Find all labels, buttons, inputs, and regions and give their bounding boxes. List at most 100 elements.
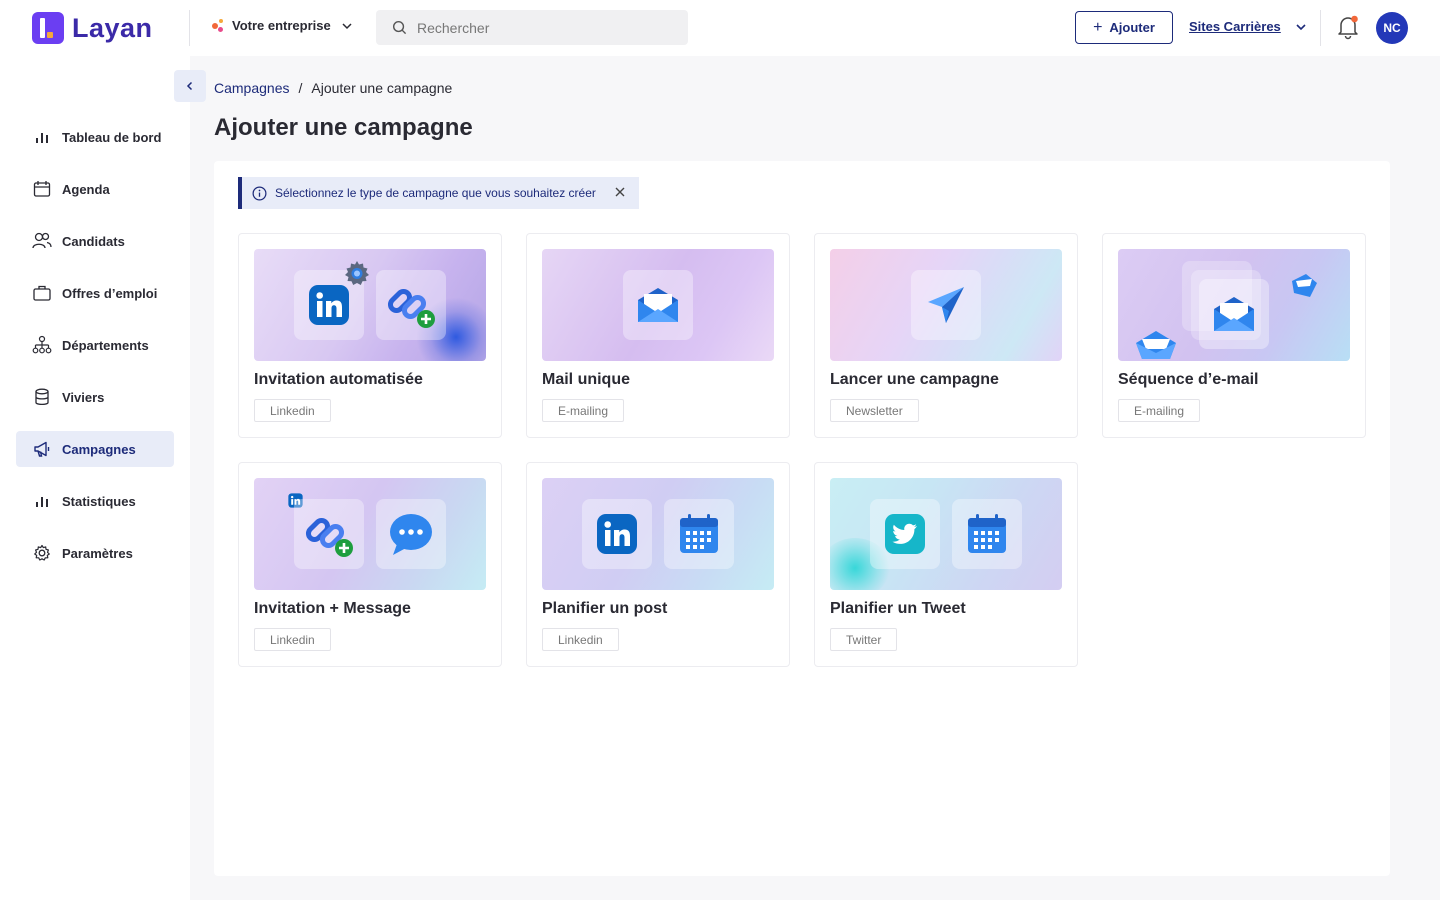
card-thumbnail	[254, 478, 486, 590]
sidebar-item-jobs[interactable]: Offres d’emploi	[16, 275, 174, 311]
tile	[376, 499, 446, 569]
sidebar-item-departments[interactable]: Départements	[16, 327, 174, 363]
sidebar-item-campaigns[interactable]: Campagnes	[16, 431, 174, 467]
gear-icon	[32, 543, 52, 563]
campaign-card-single-mail[interactable]: Mail unique E-mailing	[526, 233, 790, 438]
breadcrumb-separator: /	[298, 80, 303, 96]
sidebar-item-label: Campagnes	[62, 441, 136, 457]
bar-chart-icon	[32, 491, 52, 511]
card-title: Séquence d’e-mail	[1118, 371, 1259, 388]
campaign-card-invitation-message[interactable]: Invitation + Message Linkedin	[238, 462, 502, 667]
sidebar-item-label: Tableau de bord	[62, 129, 162, 145]
sidebar-item-label: Candidats	[62, 233, 125, 249]
avatar[interactable]: NC	[1376, 12, 1408, 44]
sidebar-item-agenda[interactable]: Agenda	[16, 171, 174, 207]
career-sites-menu[interactable]: Sites Carrières	[1189, 19, 1307, 34]
channel-tag: Newsletter	[830, 399, 919, 422]
channel-tag: E-mailing	[1118, 399, 1201, 422]
card-thumbnail	[254, 249, 486, 361]
calendar-icon	[32, 179, 52, 199]
add-button[interactable]: + Ajouter	[1075, 11, 1173, 44]
divider	[1320, 10, 1321, 46]
briefcase-icon	[32, 283, 52, 303]
sidebar-item-dashboard[interactable]: Tableau de bord	[16, 119, 174, 155]
sidebar-item-label: Départements	[62, 337, 149, 353]
channel-tag: Linkedin	[542, 628, 619, 651]
campaign-card-schedule-tweet[interactable]: Planifier un Tweet Twitter	[814, 462, 1078, 667]
logo-text: Layan	[72, 12, 153, 43]
company-selector[interactable]: Votre entreprise	[212, 18, 353, 33]
channel-tag: Linkedin	[254, 628, 331, 651]
alert-text: Sélectionnez le type de campagne que vou…	[275, 186, 596, 200]
paper-plane-icon	[928, 287, 964, 323]
search-icon	[392, 20, 407, 35]
breadcrumb: Campagnes / Ajouter une campagne	[214, 80, 452, 96]
chevron-down-icon	[342, 22, 352, 29]
sidebar-item-label: Statistiques	[62, 493, 136, 509]
card-title: Invitation automatisée	[254, 371, 423, 388]
gear-icon	[345, 261, 369, 285]
notifications-button[interactable]	[1336, 14, 1360, 40]
close-icon[interactable]	[613, 185, 627, 199]
card-title: Lancer une campagne	[830, 371, 999, 388]
plus-icon: +	[1093, 18, 1103, 36]
calendar-icon	[680, 514, 718, 553]
card-thumbnail	[830, 249, 1062, 361]
info-icon	[252, 186, 267, 200]
logo-mark-icon	[32, 12, 64, 44]
linkedin-icon	[597, 514, 637, 554]
card-title: Planifier un post	[542, 600, 668, 617]
channel-tag: E-mailing	[542, 399, 625, 422]
sidebar-item-statistics[interactable]: Statistiques	[16, 483, 174, 519]
chat-bubble-icon	[390, 514, 432, 555]
sidebar-item-label: Agenda	[62, 181, 110, 197]
tile	[623, 270, 693, 340]
page-title: Ajouter une campagne	[214, 114, 473, 141]
breadcrumb-current: Ajouter une campagne	[311, 80, 453, 96]
card-thumbnail	[542, 249, 774, 361]
campaign-card-launch-campaign[interactable]: Lancer une campagne Newsletter	[814, 233, 1078, 438]
breadcrumb-link-campaigns[interactable]: Campagnes	[214, 80, 290, 96]
campaign-card-schedule-post[interactable]: Planifier un post Linkedin	[526, 462, 790, 667]
logo[interactable]: Layan	[32, 12, 153, 44]
tile	[294, 499, 364, 569]
database-icon	[32, 387, 52, 407]
chevron-left-icon	[186, 81, 193, 91]
career-sites-label: Sites Carrières	[1189, 19, 1281, 34]
sidebar-item-candidates[interactable]: Candidats	[16, 223, 174, 259]
info-alert: Sélectionnez le type de campagne que vou…	[238, 177, 639, 209]
twitter-icon	[885, 514, 925, 554]
card-thumbnail	[1118, 249, 1350, 361]
channel-tag: Twitter	[830, 628, 898, 651]
collapse-sidebar-button[interactable]	[174, 70, 206, 102]
add-button-label: Ajouter	[1109, 20, 1155, 35]
tile	[376, 270, 446, 340]
link-add-icon	[387, 288, 435, 328]
sidebar-item-settings[interactable]: Paramètres	[16, 535, 174, 571]
card-thumbnail	[830, 478, 1062, 590]
campaign-card-auto-invitation[interactable]: Invitation automatisée Linkedin	[238, 233, 502, 438]
megaphone-icon	[32, 439, 52, 459]
bar-chart-icon	[32, 127, 52, 147]
tile	[870, 499, 940, 569]
campaign-card-email-sequence[interactable]: Séquence d’e-mail E-mailing	[1102, 233, 1366, 438]
tile	[664, 499, 734, 569]
card-title: Mail unique	[542, 371, 630, 388]
sidebar-item-pools[interactable]: Viviers	[16, 379, 174, 415]
search-bar[interactable]	[376, 10, 688, 45]
sidebar-item-label: Paramètres	[62, 545, 133, 561]
envelope-icon	[638, 288, 678, 322]
envelope-stack-icon	[1136, 331, 1176, 359]
card-thumbnail	[542, 478, 774, 590]
envelope-small-icon	[1292, 274, 1317, 297]
company-name: Votre entreprise	[232, 18, 331, 33]
tile	[582, 499, 652, 569]
bell-icon	[1338, 15, 1358, 40]
org-chart-icon	[32, 335, 52, 355]
users-icon	[32, 231, 52, 251]
tile	[1199, 279, 1269, 349]
card-title: Planifier un Tweet	[830, 600, 966, 617]
tile	[952, 499, 1022, 569]
top-bar: Layan Votre entreprise + Ajouter Sites C…	[0, 0, 1440, 56]
search-input[interactable]	[417, 19, 657, 36]
